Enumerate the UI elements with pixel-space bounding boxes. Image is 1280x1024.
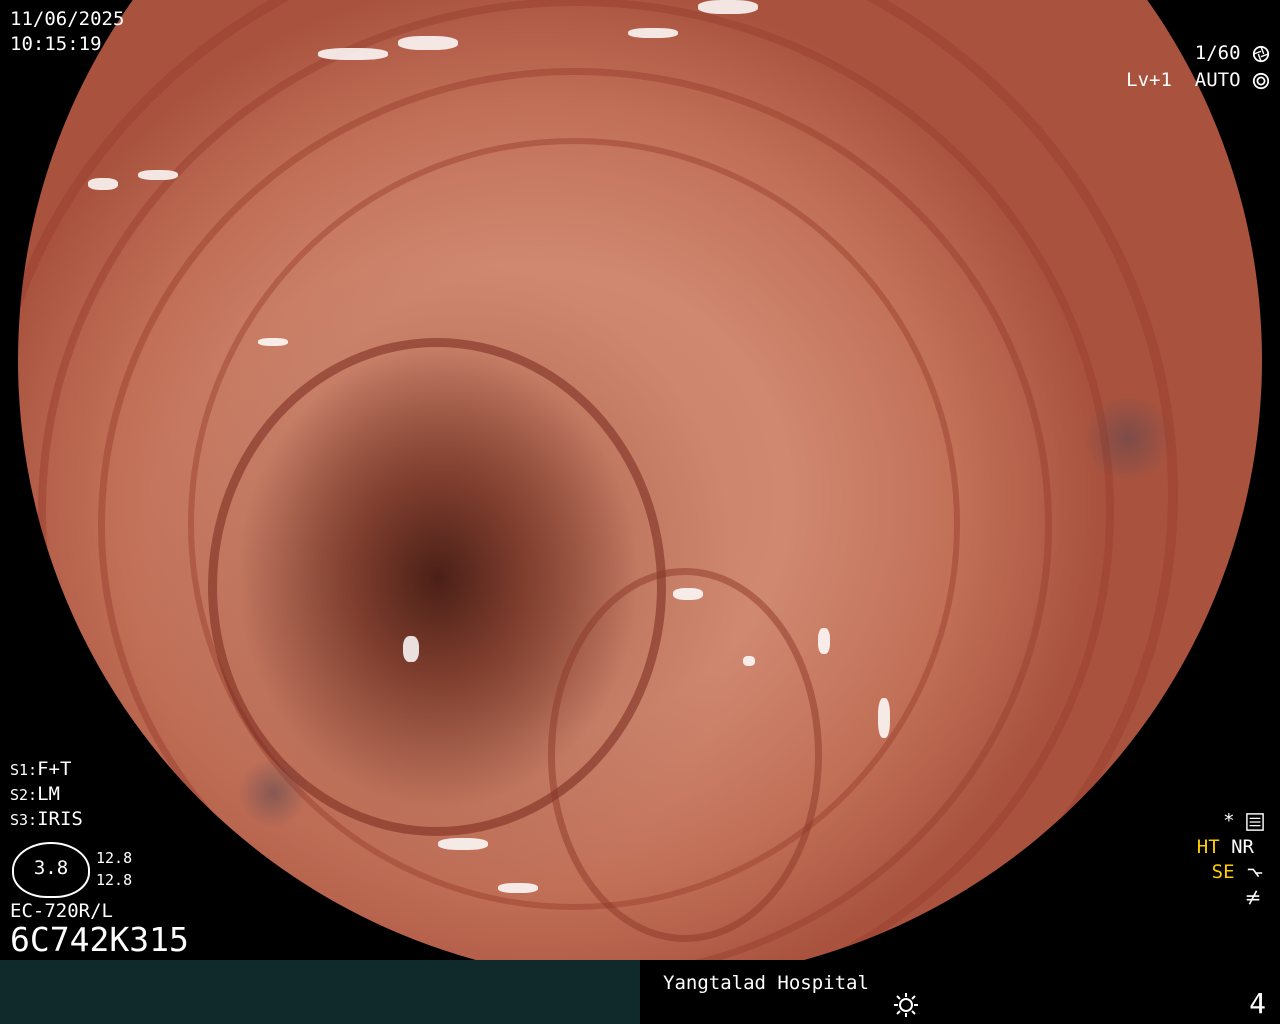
- light-reflection: [88, 178, 118, 190]
- endoscope-image: [18, 0, 1262, 982]
- settings-panel-icon: [1246, 812, 1264, 831]
- light-reflection: [258, 338, 288, 346]
- light-reflection: [398, 36, 458, 50]
- scope-value-top: 12.8: [96, 849, 133, 867]
- light-reflection: [878, 698, 890, 738]
- iris-icon: [1252, 72, 1270, 89]
- setting-s1-value: F+T: [37, 758, 72, 780]
- hospital-name: Yangtalad Hospital: [663, 972, 869, 994]
- indicator-star-row: *: [1223, 810, 1264, 833]
- light-reflection: [673, 588, 703, 600]
- footer-left-panel: [0, 960, 640, 1024]
- page-number: 4: [1249, 987, 1266, 1020]
- indicator-se-row: SE: [1212, 861, 1264, 884]
- date-text: 11/06/2025: [10, 8, 125, 30]
- shutter-readout: 1/60: [1195, 42, 1270, 65]
- scope-diameter: 3.8: [33, 857, 69, 879]
- light-reflection: [138, 170, 178, 180]
- star-indicator: *: [1223, 810, 1235, 832]
- setting-s3: S3:IRIS: [10, 808, 83, 831]
- setting-s1-key: S1:: [10, 761, 38, 779]
- indicator-extra-row: [1244, 885, 1262, 908]
- setting-s3-key: S3:: [10, 811, 38, 829]
- nr-indicator: NR: [1231, 836, 1254, 858]
- light-reflection: [698, 0, 758, 14]
- scope-serial: 6C742K315: [10, 920, 189, 959]
- light-reflection: [743, 656, 755, 666]
- mucosa-spot: [238, 758, 308, 828]
- indicator-ht-nr-row: HT NR: [1197, 836, 1254, 859]
- setting-s3-value: IRIS: [37, 808, 83, 830]
- light-reflection: [498, 883, 538, 893]
- enhance-curve-icon: [1247, 868, 1263, 877]
- setting-s2-key: S2:: [10, 786, 38, 804]
- shutter-text: 1/60: [1194, 42, 1241, 64]
- se-indicator: SE: [1211, 861, 1235, 883]
- setting-s1: S1:F+T: [10, 758, 71, 781]
- setting-s2: S2:LM: [10, 783, 60, 806]
- ht-indicator: HT: [1196, 836, 1220, 858]
- level-readout: Lv+1 AUTO: [1126, 69, 1270, 92]
- mode-text: AUTO: [1194, 69, 1241, 91]
- light-reflection: [818, 628, 830, 654]
- light-reflection: [438, 838, 488, 850]
- light-reflection: [318, 48, 388, 60]
- brightness-icon: [894, 993, 918, 1017]
- freeze-off-icon: [1246, 889, 1260, 905]
- scope-tip-icon: 3.8: [12, 842, 90, 898]
- level-text: Lv+1: [1126, 69, 1172, 91]
- mucosa-spot: [1078, 398, 1178, 478]
- light-reflection: [403, 636, 419, 662]
- scope-value-bottom: 12.8: [96, 871, 133, 889]
- lumen-rim: [548, 568, 822, 942]
- time-text: 10:15:19: [10, 33, 102, 55]
- setting-s2-value: LM: [37, 783, 60, 805]
- aperture-icon: [1252, 45, 1270, 62]
- light-reflection: [628, 28, 678, 38]
